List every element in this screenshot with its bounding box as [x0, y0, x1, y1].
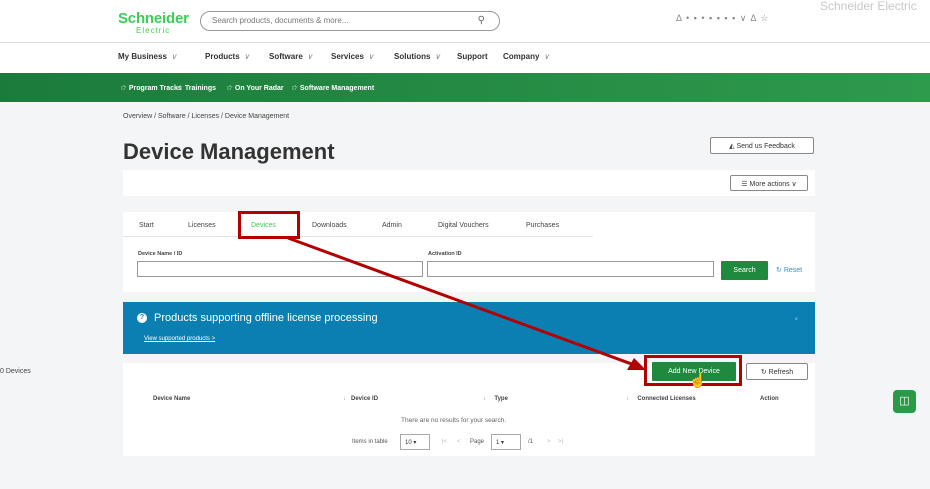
- cursor-hand-icon: ☝: [689, 372, 707, 388]
- chat-feedback-icon[interactable]: ◫: [893, 390, 916, 413]
- annotation-arrow: [287, 236, 646, 370]
